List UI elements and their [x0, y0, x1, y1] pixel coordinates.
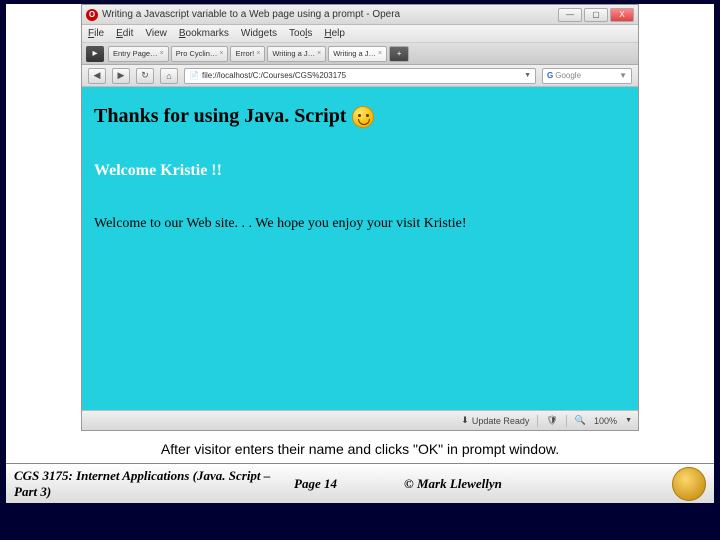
separator — [537, 415, 538, 427]
menu-help[interactable]: Help — [324, 28, 345, 39]
page-icon: 📄 — [189, 71, 199, 80]
welcome-message: Welcome to our Web site. . . We hope you… — [94, 216, 626, 232]
tab-writing-1[interactable]: Writing a J…× — [267, 46, 326, 62]
security-icon: 🛡 — [546, 415, 557, 426]
slide-footer: CGS 3175: Internet Applications (Java. S… — [6, 463, 714, 503]
tab-writing-2-active[interactable]: Writing a J…× — [328, 46, 387, 62]
menu-file[interactable]: File — [88, 28, 104, 39]
forward-button[interactable]: ▶ — [112, 68, 130, 84]
smiley-icon — [352, 106, 374, 128]
tabbar: ▸ Entry Page…× Pro Cyclin…× Error!× Writ… — [82, 43, 638, 65]
opera-icon: O — [86, 9, 98, 21]
titlebar: O Writing a Javascript variable to a Web… — [82, 5, 638, 25]
tab-error[interactable]: Error!× — [230, 46, 265, 62]
statusbar: ⬇ Update Ready 🛡 🔍 100% ▼ — [82, 410, 638, 430]
tab-close-icon[interactable]: × — [160, 50, 164, 57]
zoom-icon[interactable]: 🔍 — [575, 415, 586, 426]
search-dropdown-icon[interactable]: ▼ — [619, 71, 627, 80]
welcome-name: Welcome Kristie !! — [94, 162, 626, 180]
separator — [566, 415, 567, 427]
minimize-button[interactable]: — — [558, 8, 582, 22]
panel-toggle-button[interactable]: ▸ — [86, 46, 104, 62]
tab-close-icon[interactable]: × — [378, 50, 382, 57]
page-heading: Thanks for using Java. Script — [94, 105, 626, 128]
update-icon: ⬇ — [461, 415, 469, 426]
menu-tools[interactable]: Tools — [289, 28, 312, 39]
footer-page: Page 14 — [294, 476, 404, 492]
window-controls: — ▢ X — [558, 8, 634, 22]
menubar: File Edit View Bookmarks Widgets Tools H… — [82, 25, 638, 43]
close-button[interactable]: X — [610, 8, 634, 22]
menu-view[interactable]: View — [145, 28, 167, 39]
maximize-button[interactable]: ▢ — [584, 8, 608, 22]
url-dropdown-icon[interactable]: ▼ — [524, 72, 531, 79]
menu-widgets[interactable]: Widgets — [241, 28, 277, 39]
home-button[interactable]: ⌂ — [160, 68, 178, 84]
update-text: Update Ready — [472, 416, 530, 426]
footer-course: CGS 3175: Internet Applications (Java. S… — [14, 468, 294, 500]
menu-bookmarks[interactable]: Bookmarks — [179, 28, 229, 39]
tab-close-icon[interactable]: × — [219, 50, 223, 57]
search-field[interactable]: G Google ▼ — [542, 68, 632, 84]
browser-wrapper: O Writing a Javascript variable to a Web… — [6, 4, 714, 503]
url-text: file://localhost/C:/Courses/CGS%203175 — [202, 71, 346, 80]
ucf-logo-icon — [672, 467, 706, 501]
url-field[interactable]: 📄 file://localhost/C:/Courses/CGS%203175… — [184, 68, 536, 84]
back-button[interactable]: ◀ — [88, 68, 106, 84]
slide-root: O Writing a Javascript variable to a Web… — [0, 0, 720, 540]
reload-button[interactable]: ↻ — [136, 68, 154, 84]
address-bar: ◀ ▶ ↻ ⌂ 📄 file://localhost/C:/Courses/CG… — [82, 65, 638, 87]
new-tab-button[interactable]: + — [389, 46, 409, 62]
update-ready[interactable]: ⬇ Update Ready — [461, 415, 529, 426]
tab-entry-page[interactable]: Entry Page…× — [108, 46, 169, 62]
browser-window: O Writing a Javascript variable to a Web… — [81, 4, 639, 431]
search-placeholder: Google — [555, 71, 581, 80]
footer-copyright: © Mark Llewellyn — [404, 476, 672, 492]
tab-close-icon[interactable]: × — [317, 50, 321, 57]
page-heading-text: Thanks for using Java. Script — [94, 105, 346, 128]
zoom-level: 100% — [594, 416, 617, 426]
tab-close-icon[interactable]: × — [256, 50, 260, 57]
page-viewport: Thanks for using Java. Script Welcome Kr… — [82, 87, 638, 410]
tab-pro-cyclin[interactable]: Pro Cyclin…× — [171, 46, 229, 62]
google-icon: G — [547, 71, 553, 80]
window-title: Writing a Javascript variable to a Web p… — [102, 9, 558, 20]
zoom-dropdown-icon[interactable]: ▼ — [625, 417, 632, 424]
menu-edit[interactable]: Edit — [116, 28, 133, 39]
slide-caption: After visitor enters their name and clic… — [6, 431, 714, 463]
